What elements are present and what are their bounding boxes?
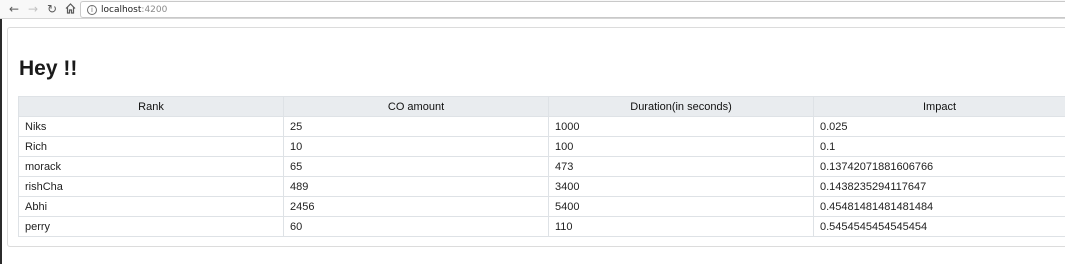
cell-impact: 0.025 [813, 116, 1065, 137]
cell-duration: 3400 [548, 176, 814, 197]
cell-duration: 1000 [548, 116, 814, 137]
forward-arrow-icon[interactable]: → [26, 2, 40, 16]
back-arrow-icon[interactable]: ← [7, 2, 21, 16]
cell-impact: 0.13742071881606766 [813, 156, 1065, 177]
cell-rank: morack [18, 156, 284, 177]
cell-duration: 110 [548, 216, 814, 237]
results-table: Rank CO amount Duration(in seconds) Impa… [18, 96, 1065, 237]
cell-rank: Abhi [18, 196, 284, 217]
url-host: localhost [101, 5, 142, 15]
url-port: :4200 [141, 5, 168, 15]
reload-icon[interactable]: ↻ [45, 2, 59, 16]
page-title: Hey !! [19, 57, 78, 80]
table-row: Niks 25 1000 0.025 [18, 116, 1065, 137]
cell-co-amount: 65 [283, 156, 549, 177]
cell-impact: 0.5454545454545454 [813, 216, 1065, 237]
cell-impact: 0.1438235294117647 [813, 176, 1065, 197]
column-header-duration: Duration(in seconds) [548, 96, 814, 117]
cell-duration: 100 [548, 136, 814, 157]
cell-co-amount: 10 [283, 136, 549, 157]
window-edge [0, 19, 2, 264]
column-header-co-amount: CO amount [283, 96, 549, 117]
home-icon[interactable] [63, 2, 77, 16]
column-header-rank: Rank [18, 96, 284, 117]
address-bar[interactable]: i localhost:4200 [80, 1, 1065, 18]
url-text[interactable]: localhost:4200 [101, 4, 167, 16]
cell-impact: 0.45481481481481484 [813, 196, 1065, 217]
cell-rank: rishCha [18, 176, 284, 197]
cell-duration: 473 [548, 156, 814, 177]
cell-rank: Rich [18, 136, 284, 157]
cell-co-amount: 2456 [283, 196, 549, 217]
cell-duration: 5400 [548, 196, 814, 217]
site-info-icon[interactable]: i [87, 5, 97, 15]
column-header-impact: Impact [813, 96, 1065, 117]
cell-co-amount: 60 [283, 216, 549, 237]
cell-co-amount: 25 [283, 116, 549, 137]
table-row: morack 65 473 0.13742071881606766 [18, 156, 1065, 177]
table-row: Rich 10 100 0.1 [18, 136, 1065, 157]
cell-co-amount: 489 [283, 176, 549, 197]
cell-impact: 0.1 [813, 136, 1065, 157]
table-row: perry 60 110 0.5454545454545454 [18, 216, 1065, 237]
cell-rank: Niks [18, 116, 284, 137]
cell-rank: perry [18, 216, 284, 237]
table-row: rishCha 489 3400 0.1438235294117647 [18, 176, 1065, 197]
table-row: Abhi 2456 5400 0.45481481481481484 [18, 196, 1065, 217]
table-header-row: Rank CO amount Duration(in seconds) Impa… [18, 96, 1065, 117]
browser-toolbar: ← → ↻ i localhost:4200 [0, 0, 1065, 19]
